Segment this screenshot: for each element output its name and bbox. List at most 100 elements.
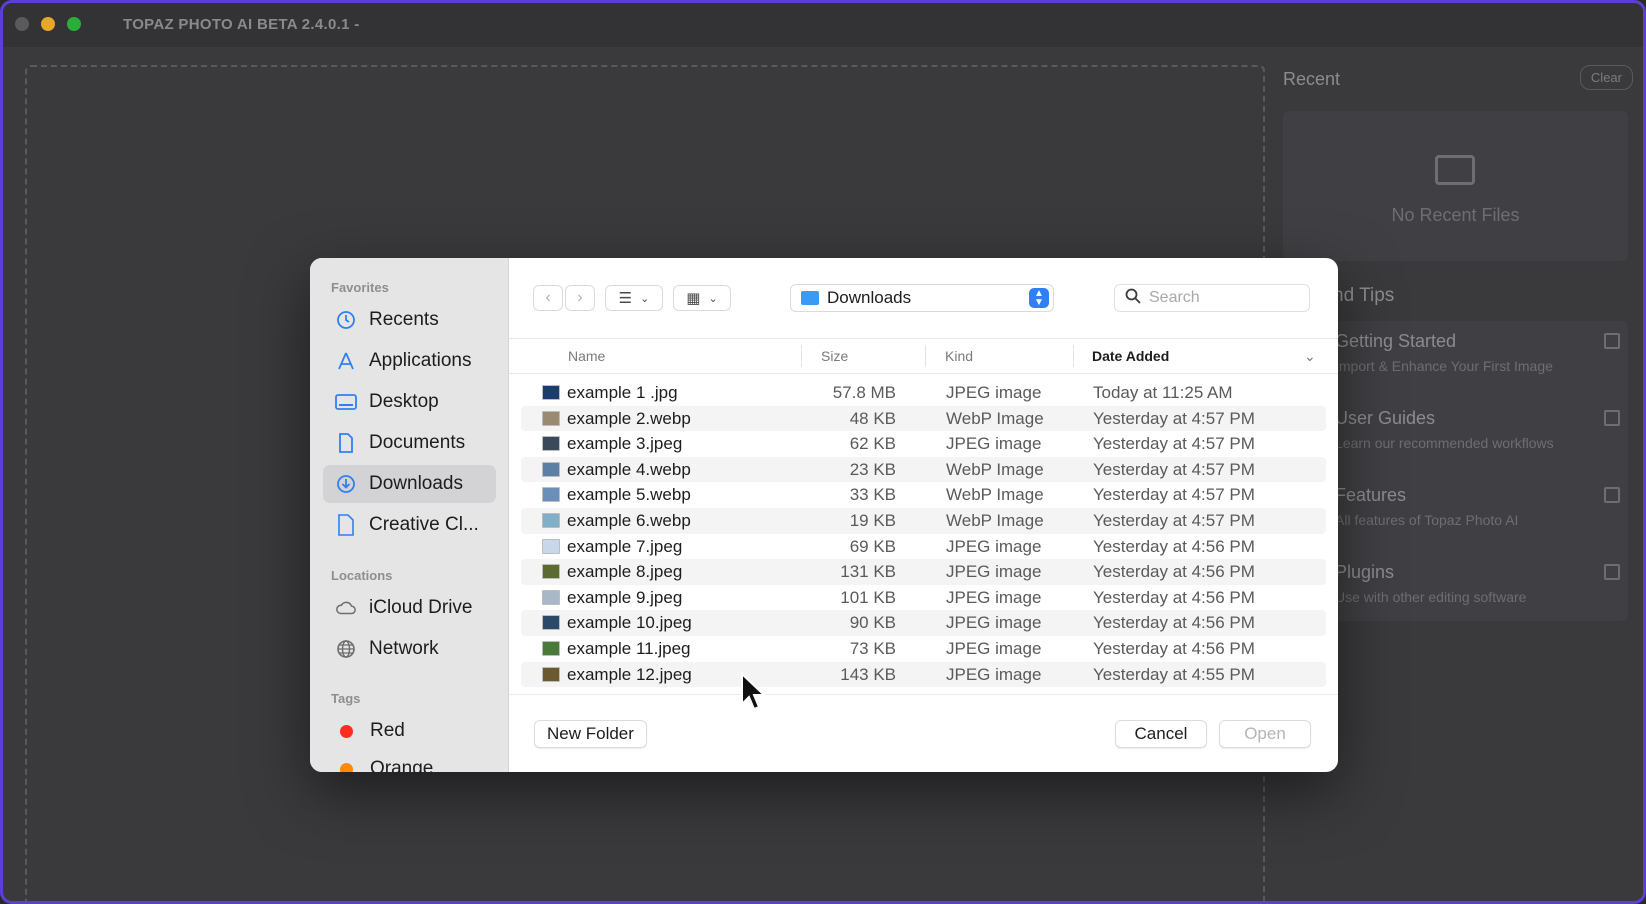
sidebar-item-recents[interactable]: Recents — [323, 301, 496, 339]
column-header-date-added[interactable]: Date Added — [1092, 348, 1169, 364]
file-size: 33 KB — [849, 485, 896, 505]
search-field[interactable] — [1114, 284, 1310, 312]
updown-chevron-icon: ▲ ▼ — [1029, 288, 1049, 308]
file-row[interactable]: example 7.jpeg 69 KB JPEG image Yesterday a… — [521, 534, 1326, 560]
file-name: example 7.jpeg — [567, 536, 683, 556]
sidebar-item-label: Documents — [369, 432, 466, 453]
file-date-added: Yesterday at 4:56 PM — [1093, 536, 1255, 556]
sidebar-item-desktop[interactable]: Desktop — [323, 383, 496, 421]
file-date-added: Yesterday at 4:57 PM — [1093, 485, 1255, 505]
chevron-down-icon: ⌄ — [640, 292, 650, 305]
file-list: example 1 .jpg 57.8 MB JPEG image Today at … — [521, 380, 1326, 688]
sidebar-item-label: Recents — [369, 309, 439, 330]
external-link-icon — [1604, 487, 1620, 503]
tip-subtitle: Use with other editing software — [1335, 589, 1527, 605]
file-size: 90 KB — [849, 613, 896, 633]
file-row[interactable]: example 6.webp 19 KB WebP Image Yesterday a… — [521, 507, 1326, 534]
sidebar-item-label: Downloads — [369, 473, 463, 494]
no-recent-files-text: No Recent Files — [1391, 205, 1520, 225]
grid-icon: ▦ — [686, 290, 701, 307]
search-icon — [1125, 288, 1141, 309]
file-row[interactable]: example 2.webp 48 KB WebP Image Yesterday a… — [521, 405, 1326, 432]
column-header-name[interactable]: Name — [568, 348, 605, 364]
image-file-icon — [542, 410, 560, 426]
maximize-window-button[interactable] — [67, 17, 81, 31]
new-folder-button[interactable]: New Folder — [534, 720, 647, 748]
open-button[interactable]: Open — [1219, 720, 1311, 748]
sidebar-item-tag-orange[interactable]: Orange — [323, 750, 496, 772]
tip-user-guides[interactable]: User Guides Learn our recommended workfl… — [1335, 408, 1620, 451]
sidebar-item-downloads[interactable]: Downloads — [323, 465, 496, 503]
tip-title: User Guides — [1335, 408, 1436, 428]
mouse-pointer-icon — [741, 672, 767, 711]
column-divider[interactable] — [801, 345, 802, 367]
sidebar-item-tag-red[interactable]: Red — [323, 712, 496, 750]
sidebar-item-applications[interactable]: Applications — [323, 342, 496, 380]
sidebar-item-icloud-drive[interactable]: iCloud Drive — [323, 589, 496, 627]
column-header-size[interactable]: Size — [821, 348, 848, 364]
file-row[interactable]: example 8.jpeg 131 KB JPEG image Yesterday … — [521, 559, 1326, 585]
file-kind: WebP Image — [946, 408, 1044, 428]
search-input[interactable] — [1149, 289, 1299, 307]
file-kind: WebP Image — [946, 459, 1044, 479]
tip-title: Getting Started — [1335, 331, 1457, 351]
sidebar-item-documents[interactable]: Documents — [323, 424, 496, 462]
cancel-button[interactable]: Cancel — [1115, 720, 1207, 748]
sidebar-item-label: iCloud Drive — [369, 597, 473, 618]
tags-section-label: Tags — [331, 691, 361, 706]
clear-recent-button[interactable]: Clear — [1579, 65, 1633, 90]
file-row[interactable]: example 9.jpeg 101 KB JPEG image Yesterday … — [521, 585, 1326, 611]
file-name: example 8.jpeg — [567, 562, 683, 582]
locations-section-label: Locations — [331, 568, 393, 583]
sidebar-item-label: Creative Cl... — [369, 514, 479, 535]
file-kind: JPEG image — [946, 664, 1042, 684]
tip-features[interactable]: Features All features of Topaz Photo AI — [1335, 485, 1620, 528]
chevron-down-icon[interactable]: ⌄ — [1304, 348, 1316, 365]
close-window-button[interactable] — [15, 17, 29, 31]
file-size: 143 KB — [840, 664, 896, 684]
image-file-icon — [542, 564, 560, 580]
file-name: example 10.jpeg — [567, 613, 692, 633]
sidebar-item-label: Desktop — [369, 391, 439, 412]
recent-files-box: No Recent Files — [1283, 111, 1628, 261]
cloud-icon — [335, 597, 357, 619]
file-row[interactable]: example 11.jpeg 73 KB JPEG image Yesterday … — [521, 636, 1326, 662]
tip-title: Plugins — [1335, 562, 1395, 582]
tips-list: Getting Started Import & Enhance Your Fi… — [1323, 321, 1628, 621]
forward-button[interactable]: › — [565, 285, 595, 311]
column-header-kind[interactable]: Kind — [945, 348, 973, 364]
file-date-added: Yesterday at 4:57 PM — [1093, 510, 1255, 530]
file-row[interactable]: example 5.webp 33 KB WebP Image Yesterday a… — [521, 482, 1326, 508]
chevron-down-icon: ⌄ — [708, 292, 718, 305]
file-row[interactable]: example 12.jpeg 143 KB JPEG image Yesterday… — [521, 661, 1326, 688]
sidebar-item-creative-cloud[interactable]: Creative Cl... — [323, 506, 496, 544]
orange-tag-dot-icon — [340, 762, 353, 772]
dialog-toolbar: ‹ › ☰ ⌄ ▦ ⌄ Downloads ▲ ▼ — [509, 258, 1338, 338]
minimize-window-button[interactable] — [41, 17, 55, 31]
file-icon — [335, 514, 357, 536]
file-name: example 11.jpeg — [567, 638, 691, 658]
location-popup[interactable]: Downloads ▲ ▼ — [790, 284, 1054, 312]
list-view-button[interactable]: ☰ ⌄ — [605, 285, 663, 311]
back-button[interactable]: ‹ — [533, 285, 563, 311]
column-divider[interactable] — [925, 345, 926, 367]
file-row[interactable]: example 10.jpeg 90 KB JPEG image Yesterday … — [521, 610, 1326, 636]
group-view-button[interactable]: ▦ ⌄ — [673, 285, 731, 311]
file-row[interactable]: example 1 .jpg 57.8 MB JPEG image Today at … — [521, 380, 1326, 406]
location-label: Downloads — [827, 288, 912, 307]
image-file-icon — [542, 538, 560, 554]
file-name: example 5.webp — [567, 485, 691, 505]
file-row[interactable]: example 4.webp 23 KB WebP Image Yesterday a… — [521, 456, 1326, 483]
column-divider[interactable] — [1073, 345, 1074, 367]
file-row[interactable]: example 3.jpeg 62 KB JPEG image Yesterday a… — [521, 431, 1326, 457]
tip-plugins[interactable]: Plugins Use with other editing software — [1335, 562, 1620, 605]
tip-subtitle: All features of Topaz Photo AI — [1335, 512, 1519, 528]
dialog-sidebar: Favorites Recents Applications Desktop D… — [310, 258, 509, 772]
file-date-added: Today at 11:25 AM — [1093, 383, 1233, 402]
file-date-added: Yesterday at 4:56 PM — [1093, 613, 1255, 633]
tip-getting-started[interactable]: Getting Started Import & Enhance Your Fi… — [1335, 331, 1620, 374]
sidebar-item-network[interactable]: Network — [323, 630, 496, 668]
tip-subtitle: Learn our recommended workflows — [1335, 435, 1554, 451]
dialog-main: ‹ › ☰ ⌄ ▦ ⌄ Downloads ▲ ▼ Search Name Si… — [509, 258, 1338, 772]
file-date-added: Yesterday at 4:56 PM — [1093, 638, 1255, 658]
